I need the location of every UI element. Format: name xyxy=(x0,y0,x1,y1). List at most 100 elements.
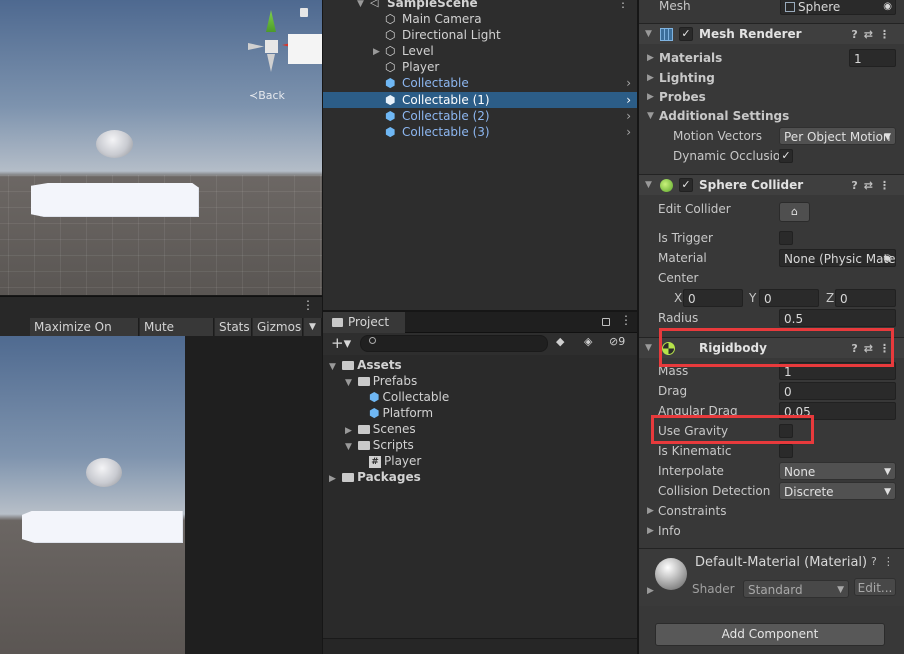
interpolate-dropdown[interactable]: None ▼ xyxy=(779,462,896,480)
collapse-arrow-icon[interactable]: ▼ xyxy=(647,106,654,126)
chevron-right-icon[interactable]: › xyxy=(626,108,631,124)
project-search-input[interactable] xyxy=(360,335,548,352)
project-panel: Project ⋮ +▾ ◆ ◈ ⊘9 ▼ Assets ▼ Prefabs ⬢… xyxy=(323,312,637,654)
component-header-icons[interactable]: ?⇄⋮ xyxy=(851,175,896,196)
chevron-right-icon[interactable]: › xyxy=(626,124,631,140)
expand-arrow-icon[interactable]: ▼ xyxy=(345,378,352,388)
mass-field[interactable]: 1 xyxy=(779,362,896,380)
project-tab[interactable]: Project xyxy=(323,312,405,333)
hierarchy-item-collectable[interactable]: ⬢ Collectable › xyxy=(323,75,637,91)
edit-shader-button[interactable]: Edit... xyxy=(854,578,896,596)
mute-audio-button[interactable]: Mute Audio xyxy=(140,318,214,352)
chevron-right-icon[interactable]: › xyxy=(626,92,631,108)
motion-vectors-dropdown[interactable]: Per Object Motion ▼ xyxy=(779,127,896,145)
center-z-field[interactable]: 0 xyxy=(835,289,896,307)
expand-arrow-icon[interactable]: ▶ xyxy=(647,586,654,596)
collision-detection-dropdown[interactable]: Discrete ▼ xyxy=(779,482,896,500)
component-header-icons[interactable]: ?⇄⋮ xyxy=(851,24,896,45)
game-view-menu-icon[interactable]: ⋮ xyxy=(302,298,314,312)
physic-material-field[interactable]: None (Physic Material)◉ xyxy=(779,249,896,267)
gizmos-dropdown-icon[interactable]: ▼ xyxy=(304,318,322,336)
expand-arrow-icon[interactable]: ▼ xyxy=(329,362,336,372)
sphere-collider-header[interactable]: ▼ ✓ Sphere Collider ?⇄⋮ xyxy=(639,174,904,195)
hierarchy-item-main-camera[interactable]: ⬡ Main Camera xyxy=(323,11,637,27)
materials-count-field[interactable]: 1 xyxy=(849,49,896,67)
add-component-button[interactable]: Add Component xyxy=(655,623,885,646)
is-trigger-checkbox[interactable] xyxy=(779,231,793,245)
component-header-icons[interactable]: ?⇄⋮ xyxy=(851,338,896,359)
maximize-on-play-button[interactable]: Maximize On Play xyxy=(30,318,139,352)
center-x-field[interactable]: 0 xyxy=(683,289,743,307)
hierarchy-scene-row[interactable]: ▼ ◁ SampleScene xyxy=(323,0,637,11)
collapse-arrow-icon[interactable]: ▼ xyxy=(645,175,652,196)
hierarchy-item-player[interactable]: ⬡ Player xyxy=(323,59,637,75)
tree-item-packages[interactable]: ▶ Packages xyxy=(329,469,421,485)
expand-arrow-icon[interactable]: ▶ xyxy=(329,474,336,484)
back-label[interactable]: ≺Back xyxy=(249,89,285,102)
angular-drag-field[interactable]: 0.05 xyxy=(779,402,896,420)
mesh-field[interactable]: Sphere ◉ xyxy=(780,0,896,15)
expand-arrow-icon[interactable]: ▶ xyxy=(647,501,654,521)
drag-field[interactable]: 0 xyxy=(779,382,896,400)
hierarchy-item-directional-light[interactable]: ⬡ Directional Light xyxy=(323,27,637,43)
constraints-row[interactable]: ▶ Constraints xyxy=(639,501,904,521)
sphere-collider-enabled-checkbox[interactable]: ✓ xyxy=(679,178,693,192)
project-lock-icon[interactable] xyxy=(602,318,610,326)
collapse-arrow-icon[interactable]: ▼ xyxy=(645,338,652,359)
is-kinematic-checkbox[interactable] xyxy=(779,444,793,458)
shader-label: Shader xyxy=(692,582,735,596)
expand-arrow-icon[interactable]: ▶ xyxy=(647,48,654,68)
lighting-row[interactable]: ▶ Lighting xyxy=(639,68,904,88)
game-view[interactable] xyxy=(0,336,185,654)
gizmos-button[interactable]: Gizmos xyxy=(253,318,303,336)
tree-item-collectable[interactable]: ⬢ Collectable xyxy=(369,389,449,405)
radius-field[interactable]: 0.5 xyxy=(779,309,896,327)
expand-arrow-icon[interactable]: ▶ xyxy=(647,68,654,88)
additional-settings-row[interactable]: ▼ Additional Settings xyxy=(639,106,904,126)
hierarchy-item-level[interactable]: ▶ ⬡ Level xyxy=(323,43,637,59)
mesh-renderer-header[interactable]: ▼ ✓ Mesh Renderer ?⇄⋮ xyxy=(639,23,904,44)
rigidbody-header[interactable]: ▼ Rigidbody ?⇄⋮ xyxy=(639,337,904,358)
expand-arrow-icon[interactable]: ▶ xyxy=(345,426,352,436)
filter-by-type-icon[interactable]: ◆ xyxy=(556,335,564,348)
edit-collider-button[interactable]: ⌂ xyxy=(779,202,810,222)
create-plus-button[interactable]: +▾ xyxy=(331,333,351,353)
tree-item-platform[interactable]: ⬢ Platform xyxy=(369,405,433,421)
orientation-gizmo[interactable] xyxy=(238,6,322,80)
chevron-right-icon[interactable]: › xyxy=(626,75,631,91)
hidden-packages-icon[interactable]: ⊘9 xyxy=(609,335,625,348)
expand-arrow-icon[interactable]: ▶ xyxy=(373,44,380,60)
stats-button[interactable]: Stats xyxy=(215,318,252,336)
motion-vectors-row: Motion Vectors Per Object Motion ▼ xyxy=(639,126,904,146)
scene-view[interactable]: ≺Back xyxy=(0,0,322,295)
shader-dropdown[interactable]: Standard ▼ xyxy=(743,580,849,598)
tree-item-scripts[interactable]: ▼ Scripts xyxy=(345,437,414,453)
materials-row[interactable]: ▶ Materials 1 xyxy=(639,48,904,68)
info-row[interactable]: ▶ Info xyxy=(639,521,904,541)
use-gravity-checkbox[interactable] xyxy=(779,424,793,438)
hierarchy-item-collectable-2[interactable]: ⬢ Collectable (2) › xyxy=(323,108,637,124)
material-header-icons[interactable]: ?⋮ xyxy=(871,555,900,568)
tree-item-scenes[interactable]: ▶ Scenes xyxy=(345,421,416,437)
probes-row[interactable]: ▶ Probes xyxy=(639,87,904,107)
object-picker-icon[interactable]: ◉ xyxy=(883,0,892,14)
tree-item-prefabs[interactable]: ▼ Prefabs xyxy=(345,373,417,389)
expand-arrow-icon[interactable]: ▼ xyxy=(345,442,352,452)
collapse-arrow-icon[interactable]: ▼ xyxy=(645,24,652,45)
hierarchy-item-collectable-1[interactable]: ⬢ Collectable (1) › xyxy=(323,92,637,108)
expand-arrow-icon[interactable]: ▶ xyxy=(647,521,654,541)
tree-item-player-script[interactable]: # Player xyxy=(369,453,421,469)
hierarchy-item-collectable-3[interactable]: ⬢ Collectable (3) › xyxy=(323,124,637,140)
expand-arrow-icon[interactable]: ▶ xyxy=(647,87,654,107)
project-menu-icon[interactable]: ⋮ xyxy=(620,313,632,327)
tree-item-assets[interactable]: ▼ Assets xyxy=(329,357,402,373)
scene-platform[interactable] xyxy=(31,183,199,217)
scene-lock-icon[interactable] xyxy=(300,8,308,17)
dynamic-occlusion-checkbox[interactable]: ✓ xyxy=(779,149,793,163)
mesh-renderer-enabled-checkbox[interactable]: ✓ xyxy=(679,27,693,41)
folder-open-icon xyxy=(357,377,370,386)
center-y-field[interactable]: 0 xyxy=(759,289,819,307)
scene-sphere[interactable] xyxy=(96,130,133,158)
object-picker-icon[interactable]: ◉ xyxy=(883,250,892,266)
filter-by-label-icon[interactable]: ◈ xyxy=(584,335,592,348)
